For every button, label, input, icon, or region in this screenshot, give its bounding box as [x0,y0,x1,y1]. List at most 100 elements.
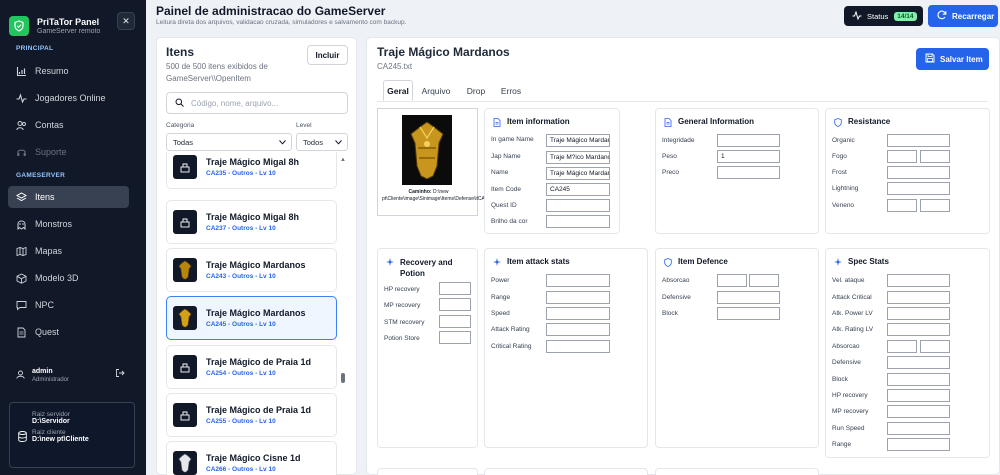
attack-speed-input[interactable] [887,274,950,287]
spec-range-input[interactable] [887,438,950,451]
list-item[interactable]: Traje Mágico Mardanos CA243 - Outros - Lv… [166,248,337,292]
atk-power-lv-input[interactable] [887,307,950,320]
mp-recovery-input[interactable] [439,298,471,311]
shield-icon [834,118,842,129]
armor-thumbnail [173,451,197,475]
sidebar-item-modelo-3d[interactable]: Modelo 3D [8,267,129,289]
sidebar-item-resumo[interactable]: Resumo [8,60,129,82]
stm-recovery-input[interactable] [439,315,471,328]
potion-store-input[interactable] [439,331,471,344]
attack-critical-input[interactable] [887,291,950,304]
defensive-input[interactable] [717,291,780,304]
level-label: Level [296,122,312,129]
save-item-button[interactable]: Salvar Item [916,48,989,70]
item-code-input[interactable]: CA245 [546,183,610,196]
user-name: admin [32,367,53,375]
spec-defensive-input[interactable] [887,356,950,369]
block-input[interactable] [717,307,780,320]
sparkle-icon [386,258,394,268]
level-select[interactable]: Todos [296,133,348,151]
scrollbar-thumb[interactable] [341,373,345,383]
speed-input[interactable] [546,307,610,320]
sidebar-item-mapas[interactable]: Mapas [8,240,129,262]
frost-input[interactable] [887,166,950,179]
sidebar-item-contas[interactable]: Contas [8,114,129,136]
fogo-max-input[interactable] [920,150,950,163]
absorcao-min-input[interactable] [717,274,747,287]
range-input[interactable] [546,291,610,304]
sidebar-item-label: Suporte [35,147,67,157]
fogo-label: Fogo [832,153,847,160]
frost-label: Frost [832,169,847,176]
quest-id-input[interactable] [546,199,610,212]
sidebar-item-quest[interactable]: Quest [8,321,129,343]
item-information-section: Item information In game Name Traje Mági… [484,108,620,234]
list-item[interactable]: Traje Mágico de Praia 1d CA254 - Outros -… [166,345,337,389]
spec-block-input[interactable] [887,373,950,386]
stm-recovery-label: STM recovery [384,319,425,326]
color-glow-input[interactable] [546,215,610,228]
tab-erros[interactable]: Erros [497,80,525,101]
sidebar-item-npc[interactable]: NPC [8,294,129,316]
integridade-input[interactable] [717,134,780,147]
close-icon: ✕ [122,15,130,26]
item-name: Traje Mágico Migal 8h [206,157,300,167]
reload-button[interactable]: Recarregar [928,5,998,27]
item-meta: CA237 - Outros - Lv 10 [206,225,276,232]
list-item[interactable]: Traje Mágico Migal 8h CA237 - Outros - Lv… [166,200,337,244]
spec-absorcao-min-input[interactable] [887,340,917,353]
list-item[interactable]: Traje Mágico de Praia 1d CA255 - Outros -… [166,393,337,437]
scroll-up-icon[interactable]: ▲ [340,157,346,163]
jap-name-input[interactable]: Traje M?ico Mardanos [546,151,610,164]
tab-arquivo[interactable]: Arquivo [417,80,455,101]
spec-absorcao-max-input[interactable] [920,340,950,353]
organic-label: Organic [832,137,855,144]
veneno-max-input[interactable] [920,199,950,212]
category-select[interactable]: Todas [166,133,292,151]
item-meta: CA266 - Outros - Lv 10 [206,466,276,473]
organic-input[interactable] [887,134,950,147]
critical-rating-input[interactable] [546,340,610,353]
items-scrollbar[interactable]: ▲ [340,157,346,473]
veneno-label: Veneno [832,202,855,209]
color-glow-label: Brilho da cor [491,218,528,225]
hp-recovery-input[interactable] [439,282,471,295]
name-label: Name [491,169,509,176]
lightning-input[interactable] [887,182,950,195]
sidebar-item-suporte[interactable]: Suporte [8,141,129,163]
sidebar-item-jogadores-online[interactable]: Jogadores Online [8,87,129,109]
sidebar-close-button[interactable]: ✕ [117,12,135,30]
list-item[interactable]: Traje Mágico Cisne 1d CA266 - Outros - Lv… [166,441,337,475]
peso-input[interactable]: 1 [717,150,780,163]
search-placeholder: Código, nome, arquivo... [191,98,279,108]
in-game-name-input[interactable]: Traje Mágico Mardanos [546,134,610,147]
sidebar-item-monstros[interactable]: Monstros [8,213,129,235]
sidebar-item-label: NPC [35,300,55,310]
section-label-gameserver: GAMESERVER [16,172,66,179]
veneno-min-input[interactable] [887,199,917,212]
list-item-selected[interactable]: Traje Mágico Mardanos CA245 - Outros - Lv… [166,296,337,340]
spec-mp-recovery-input[interactable] [887,405,950,418]
database-icon [18,431,27,444]
attack-rating-input[interactable] [546,323,610,336]
search-input[interactable]: Código, nome, arquivo... [166,92,348,114]
list-item[interactable]: Traje Mágico Migal 8h CA235 - Outros - Lv… [166,152,337,189]
spec-hp-recovery-input[interactable] [887,389,950,402]
logout-icon[interactable] [115,368,125,380]
sidebar-item-itens[interactable]: Itens [8,186,129,208]
atk-rating-lv-input[interactable] [887,323,950,336]
tab-geral[interactable]: Geral [383,80,413,101]
activity-icon [16,92,27,104]
preco-input[interactable] [717,166,780,179]
add-item-button[interactable]: Incluir [307,45,348,65]
save-icon [925,53,935,65]
absorcao-max-input[interactable] [749,274,779,287]
run-speed-input[interactable] [887,422,950,435]
fogo-min-input[interactable] [887,150,917,163]
tab-drop[interactable]: Drop [461,80,491,101]
name-input[interactable]: Traje Mágico Mardanos [546,167,610,180]
power-input[interactable] [546,274,610,287]
speed-label: Speed [491,310,510,317]
chevron-down-icon [279,138,286,147]
status-button[interactable]: Status 14/14 [844,6,923,26]
